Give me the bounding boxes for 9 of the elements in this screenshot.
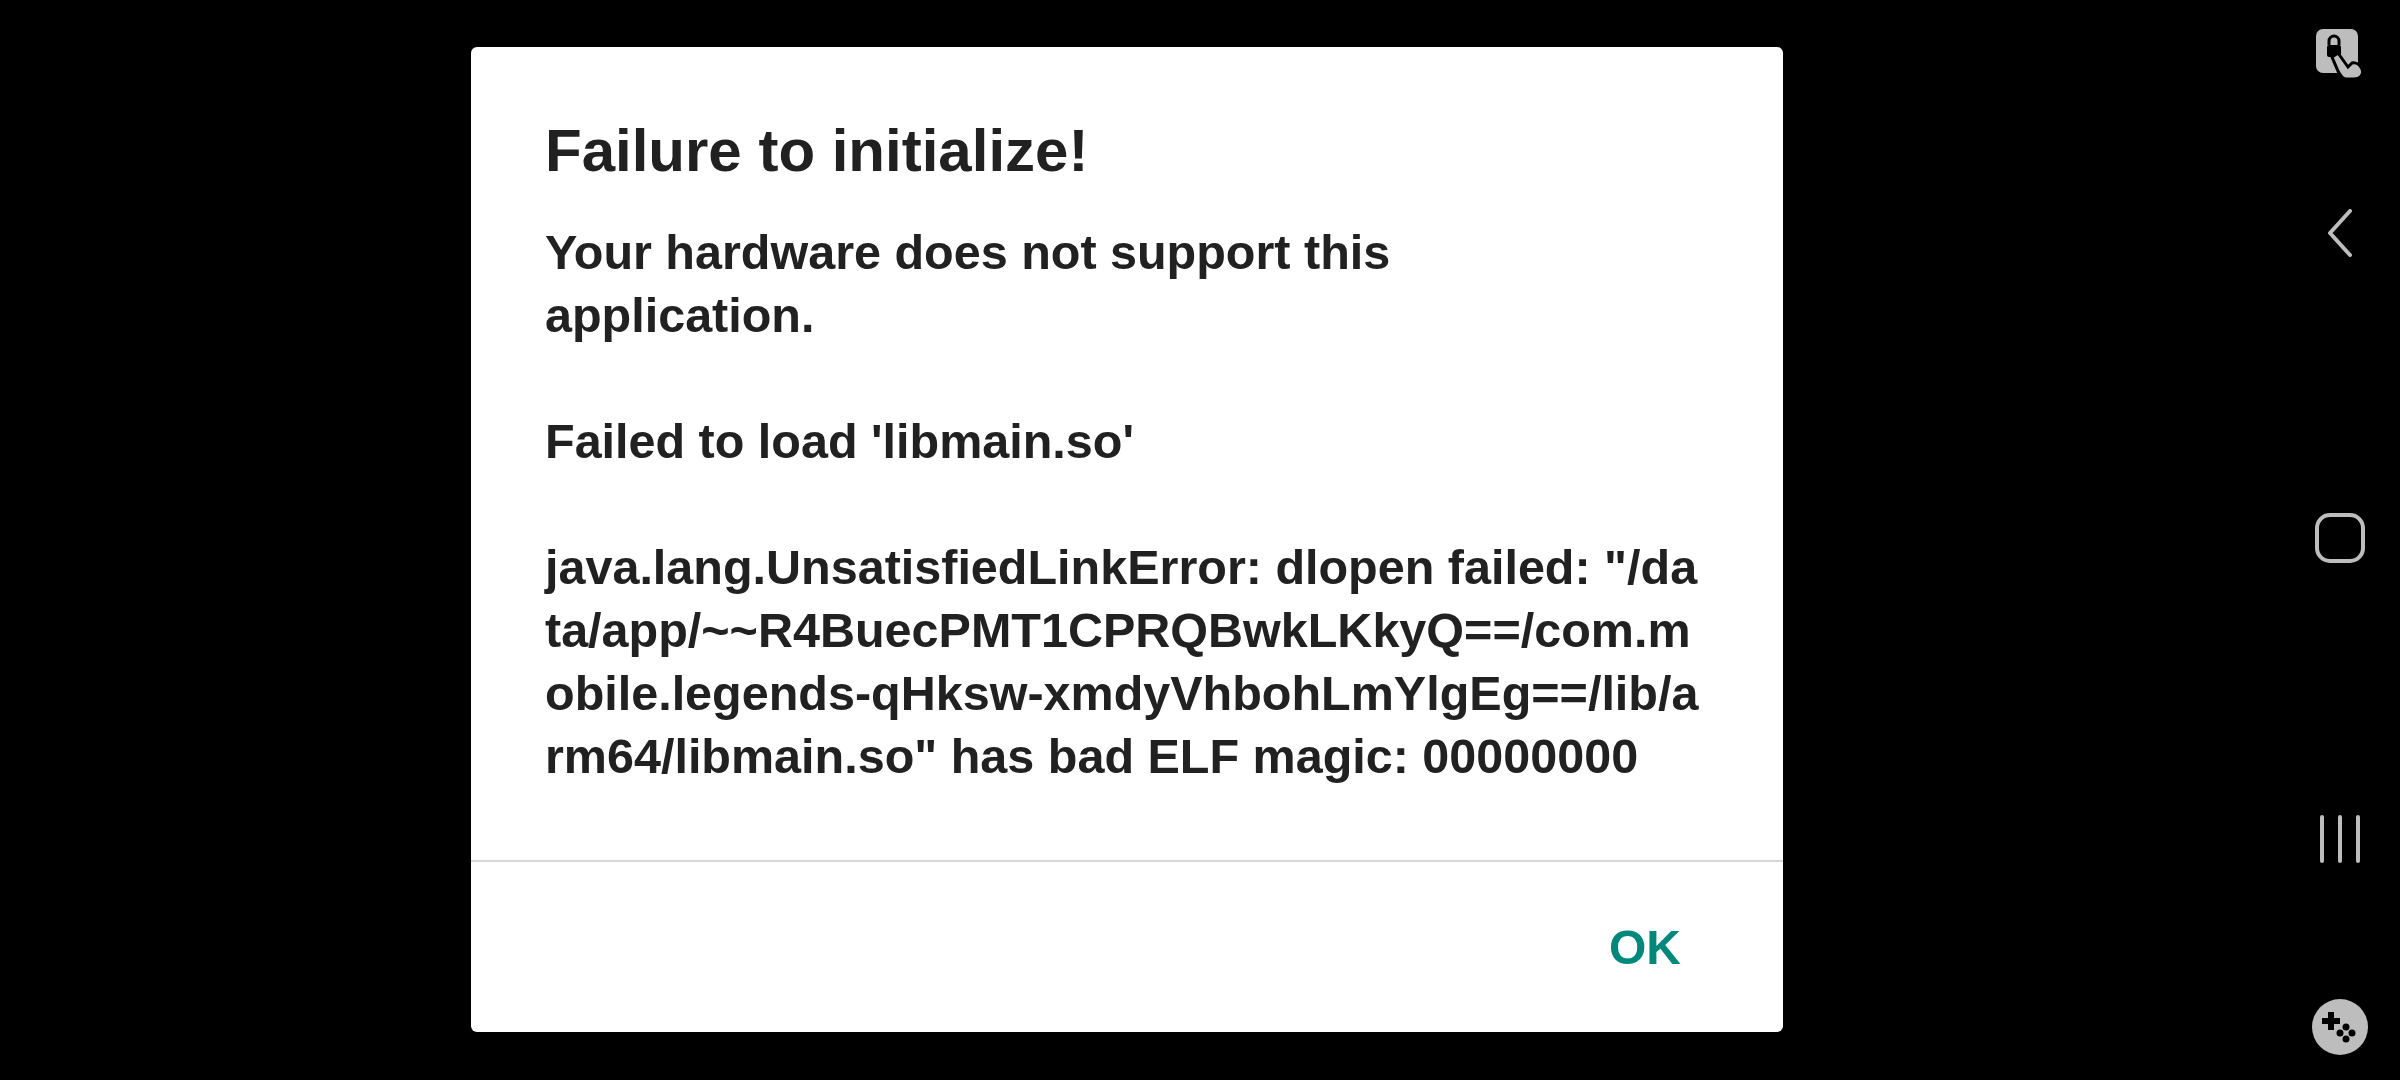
dialog-title: Failure to initialize! (545, 116, 1090, 186)
dialog-message: Failed to load 'libmain.so' (545, 413, 1135, 470)
dialog-message: Your hardware does not support this application. (545, 224, 1392, 344)
gamepad-icon[interactable] (2311, 998, 2369, 1056)
dialog-message: java.lang.UnsatisfiedLinkError: dlopen failed: "/data/app/~~R4BuecPMT1CPRQBwkLKkyQ==/com.mobile.legends-qHksw-xmdyVhbohLmYlgEg==/lib/arm64/libmain.so" has bad ELF magic: 00000000 (545, 539, 1700, 785)
back-icon[interactable] (2327, 209, 2353, 257)
home-icon[interactable] (2315, 513, 2365, 563)
ok-button[interactable]: OK (1597, 911, 1693, 983)
recents-icon[interactable] (2318, 815, 2362, 863)
